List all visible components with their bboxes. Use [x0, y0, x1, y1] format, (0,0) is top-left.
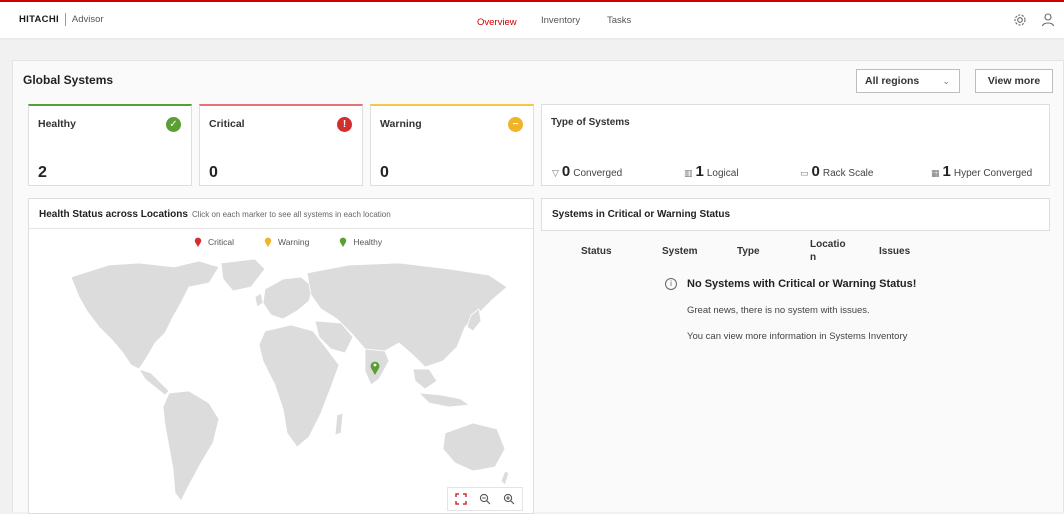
rack-icon: ▭ — [800, 168, 809, 178]
logical-label: Logical — [706, 168, 739, 179]
critical-systems-header: Systems in Critical or Warning Status — [541, 198, 1050, 231]
rack-label: Rack Scale — [822, 168, 874, 179]
global-systems-panel: Global Systems All regions ⌄ View more H… — [12, 60, 1064, 514]
brand-divider — [64, 13, 66, 26]
legend-warning: Warning — [264, 237, 309, 247]
health-map-title-text: Health Status across Locations — [39, 209, 188, 220]
critical-marker-icon — [194, 237, 202, 247]
healthy-card[interactable]: Healthy ✓ 2 — [28, 104, 192, 186]
health-map-header: Health Status across Locations Click on e… — [29, 199, 533, 229]
alert-circle-icon: ! — [337, 117, 352, 132]
type-of-systems-card: Type of Systems ▽ 0 Converged ▥ 1 Logica… — [541, 104, 1050, 186]
warning-card[interactable]: Warning − 0 — [370, 104, 534, 186]
map-legend: Critical Warning Healthy — [194, 237, 382, 247]
types-title: Type of Systems — [551, 117, 630, 128]
column-system[interactable]: System — [662, 246, 698, 257]
tab-overview[interactable]: Overview — [477, 0, 517, 36]
check-circle-icon: ✓ — [166, 117, 181, 132]
tab-inventory[interactable]: Inventory — [541, 2, 580, 38]
hyper-converged-icon: ▦ — [931, 168, 940, 178]
warning-marker-icon — [264, 237, 272, 247]
rack-count: 0 — [811, 163, 820, 180]
type-logical[interactable]: ▥ 1 Logical — [684, 163, 739, 180]
logical-count: 1 — [695, 163, 704, 180]
column-location[interactable]: Locatio n — [810, 238, 850, 264]
hyper-converged-count: 1 — [942, 163, 951, 180]
top-navigation-bar: HITACHI Advisor Overview Inventory Tasks — [0, 0, 1064, 38]
logical-icon: ▥ — [684, 168, 693, 178]
column-type[interactable]: Type — [737, 246, 760, 257]
app-name: Advisor — [71, 14, 104, 25]
region-dropdown-value: All regions — [865, 75, 920, 87]
brand: HITACHI Advisor — [19, 13, 104, 26]
region-dropdown[interactable]: All regions ⌄ — [856, 69, 960, 93]
empty-state-line-1: Great news, there is no system with issu… — [687, 305, 870, 316]
warning-label: Warning — [380, 118, 422, 130]
zoom-in-icon[interactable] — [501, 491, 517, 507]
type-hyper-converged[interactable]: ▦ 1 Hyper Converged — [931, 163, 1032, 180]
chevron-down-icon: ⌄ — [942, 76, 950, 86]
type-rack-scale[interactable]: ▭ 0 Rack Scale — [800, 163, 873, 180]
column-issues[interactable]: Issues — [879, 246, 910, 257]
map-controls — [447, 487, 523, 511]
healthy-marker-icon — [340, 237, 347, 247]
hyper-converged-label: Hyper Converged — [953, 168, 1033, 179]
health-map-hint: Click on each marker to see all systems … — [191, 210, 391, 219]
critical-systems-card: Systems in Critical or Warning Status St… — [541, 198, 1050, 514]
health-map-title: Health Status across Locations Click on e… — [39, 209, 391, 220]
healthy-count: 2 — [38, 164, 47, 181]
fullscreen-icon[interactable] — [453, 491, 469, 507]
world-map[interactable] — [69, 257, 509, 511]
page-title: Global Systems — [23, 73, 114, 87]
converged-icon: ▽ — [552, 168, 559, 178]
health-map-card: Health Status across Locations Click on e… — [28, 198, 534, 514]
converged-label: Converged — [573, 168, 623, 179]
column-status[interactable]: Status — [581, 246, 612, 257]
critical-count: 0 — [209, 164, 218, 181]
legend-critical: Critical — [194, 237, 234, 247]
user-icon[interactable] — [1040, 12, 1056, 28]
empty-state-title-text: No Systems with Critical or Warning Stat… — [687, 278, 917, 290]
critical-card[interactable]: Critical ! 0 — [199, 104, 363, 186]
minus-circle-icon: − — [508, 117, 523, 132]
legend-healthy: Healthy — [339, 237, 382, 247]
healthy-label: Healthy — [38, 118, 76, 130]
legend-healthy-label: Healthy — [353, 237, 383, 247]
zoom-out-icon[interactable] — [477, 491, 493, 507]
empty-state-title: i No Systems with Critical or Warning St… — [665, 278, 916, 290]
view-more-button[interactable]: View more — [975, 69, 1053, 93]
empty-state-line-2: You can view more information in Systems… — [687, 331, 908, 342]
tab-tasks[interactable]: Tasks — [607, 2, 631, 38]
converged-count: 0 — [561, 163, 571, 180]
critical-systems-title: Systems in Critical or Warning Status — [552, 209, 731, 220]
legend-critical-label: Critical — [208, 237, 234, 247]
info-icon: i — [665, 278, 677, 290]
critical-label: Critical — [209, 118, 245, 130]
gear-icon[interactable] — [1012, 12, 1028, 28]
hitachi-logo: HITACHI — [19, 14, 59, 25]
legend-warning-label: Warning — [277, 237, 310, 247]
type-converged[interactable]: ▽ 0 Converged — [552, 163, 622, 180]
warning-count: 0 — [380, 164, 389, 181]
